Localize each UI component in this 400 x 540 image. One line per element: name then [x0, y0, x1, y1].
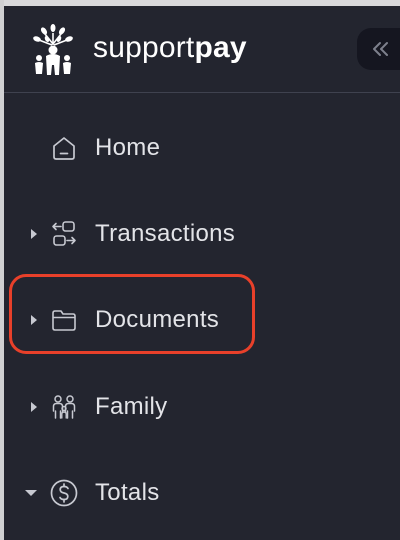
transactions-icon — [52, 221, 76, 246]
collapse-sidebar-button[interactable] — [357, 28, 400, 70]
sidebar-item-label: Home — [95, 134, 161, 161]
sidebar-item-transactions[interactable]: Transactions — [4, 206, 400, 262]
app-window: supportpay Home Transactions Documents F… — [0, 0, 400, 540]
brand-name-regular: support — [93, 31, 195, 64]
caret-right-icon[interactable] — [26, 226, 42, 242]
brand-name-bold: pay — [194, 31, 247, 64]
brand-name[interactable]: supportpay — [93, 30, 247, 66]
sidebar-item-documents[interactable]: Documents — [4, 292, 400, 348]
double-chevron-left-icon — [373, 42, 388, 56]
sidebar-header: supportpay — [4, 6, 400, 92]
caret-right-icon[interactable] — [26, 312, 42, 328]
tree-people-logo-icon[interactable] — [30, 24, 76, 76]
caret-down-icon[interactable] — [23, 485, 39, 501]
family-icon — [52, 395, 76, 419]
sidebar-item-totals[interactable]: Totals — [4, 465, 400, 521]
home-icon — [53, 137, 75, 160]
sidebar-item-label: Totals — [95, 479, 160, 506]
sidebar-item-home[interactable]: Home — [4, 120, 400, 176]
folder-icon — [52, 310, 76, 331]
sidebar-item-label: Family — [95, 393, 168, 420]
sidebar-item-family[interactable]: Family — [4, 379, 400, 435]
caret-right-icon[interactable] — [26, 399, 42, 415]
sidebar-item-label: Documents — [95, 306, 220, 333]
header-divider — [4, 92, 400, 93]
dollar-circle-icon — [50, 479, 78, 507]
sidebar-item-label: Transactions — [95, 220, 236, 247]
